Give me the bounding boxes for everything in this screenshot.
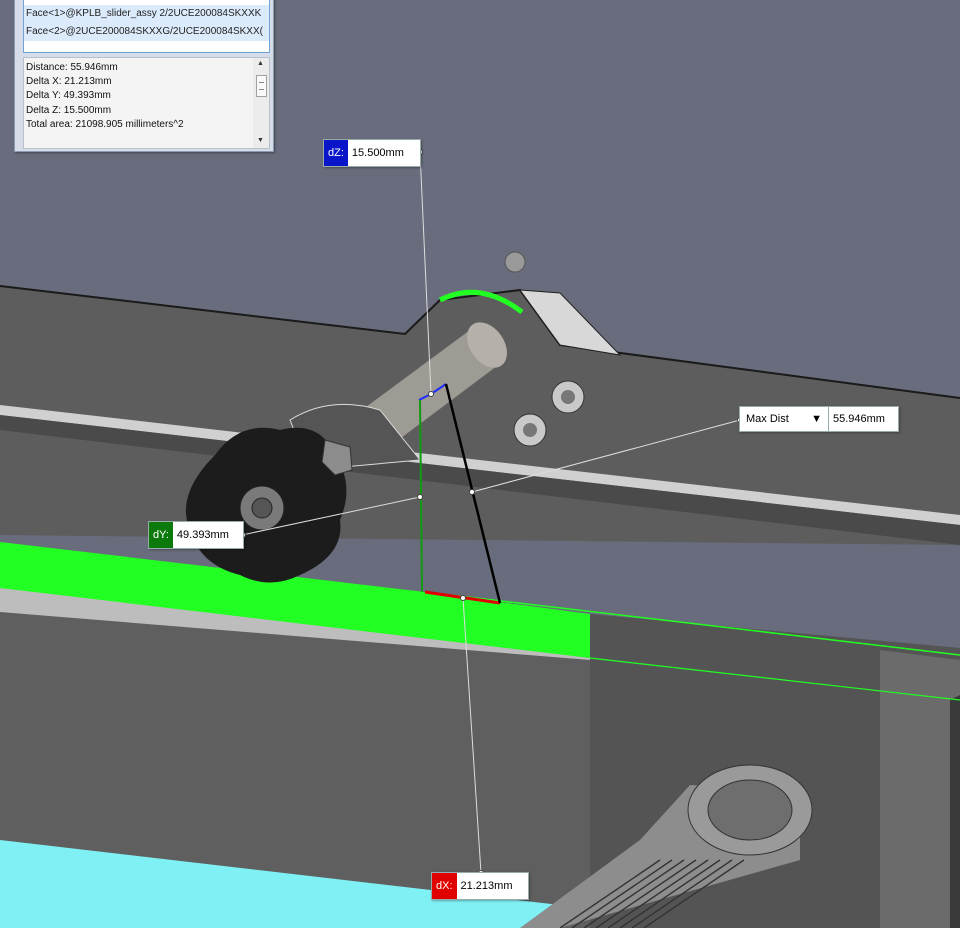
distance-mode-select[interactable]: Max Dist ▼ (739, 406, 829, 432)
dz-callout[interactable]: dZ: 15.500mm (323, 139, 421, 167)
result-total-area: Total area: 21098.905 millimeters^2 (26, 118, 184, 130)
right-column-edge (950, 695, 960, 928)
dy-label: dY: (149, 522, 173, 548)
result-delta-y: Delta Y: 49.393mm (26, 90, 111, 102)
distance-point (469, 489, 475, 495)
dz-point (428, 391, 434, 397)
measure-panel: Face<1>@KPLB_slider_assy 2/2UCE200084SKX… (14, 0, 274, 152)
washer-1-hole (561, 390, 575, 404)
result-delta-z: Delta Z: 15.500mm (26, 104, 112, 116)
dy-value: 49.393mm (172, 522, 235, 548)
dy-point (417, 494, 423, 500)
chevron-down-icon[interactable]: ▼ (811, 413, 822, 425)
distance-mode-label: Max Dist (746, 413, 789, 425)
knob-socket (251, 497, 273, 519)
selection-item-face-2[interactable]: Face<2>@2UCE200084SKXXG/2UCE200084SKXX( (24, 23, 269, 41)
result-distance: Distance: 55.946mm (26, 62, 118, 73)
dz-label: dZ: (324, 140, 348, 166)
results-text: Distance: 55.946mm Delta X: 21.213mm Del… (24, 58, 269, 135)
dy-callout[interactable]: dY: 49.393mm (148, 521, 244, 549)
washer-2-hole (523, 423, 537, 437)
max-dist-callout: Max Dist ▼ 55.946mm (739, 406, 899, 432)
results-box[interactable]: Distance: 55.946mm Delta X: 21.213mm Del… (23, 57, 270, 149)
small-washer (504, 251, 526, 273)
scroll-down-arrow-icon[interactable]: ▼ (257, 137, 264, 144)
selection-list[interactable]: Face<1>@KPLB_slider_assy 2/2UCE200084SKX… (23, 0, 270, 53)
dx-callout[interactable]: dX: 21.213mm (431, 872, 529, 900)
dx-label: dX: (432, 873, 457, 899)
results-scrollbar[interactable]: ▲ ▼ (253, 58, 269, 148)
result-delta-x: Delta X: 21.213mm (26, 76, 112, 88)
dx-value: 21.213mm (456, 873, 519, 899)
scroll-thumb[interactable] (256, 75, 267, 97)
dz-value: 15.500mm (347, 140, 410, 166)
selection-item-face-1[interactable]: Face<1>@KPLB_slider_assy 2/2UCE200084SKX… (24, 5, 269, 23)
scroll-up-arrow-icon[interactable]: ▲ (257, 60, 264, 67)
dx-point (460, 595, 466, 601)
max-dist-value: 55.946mm (829, 406, 899, 432)
